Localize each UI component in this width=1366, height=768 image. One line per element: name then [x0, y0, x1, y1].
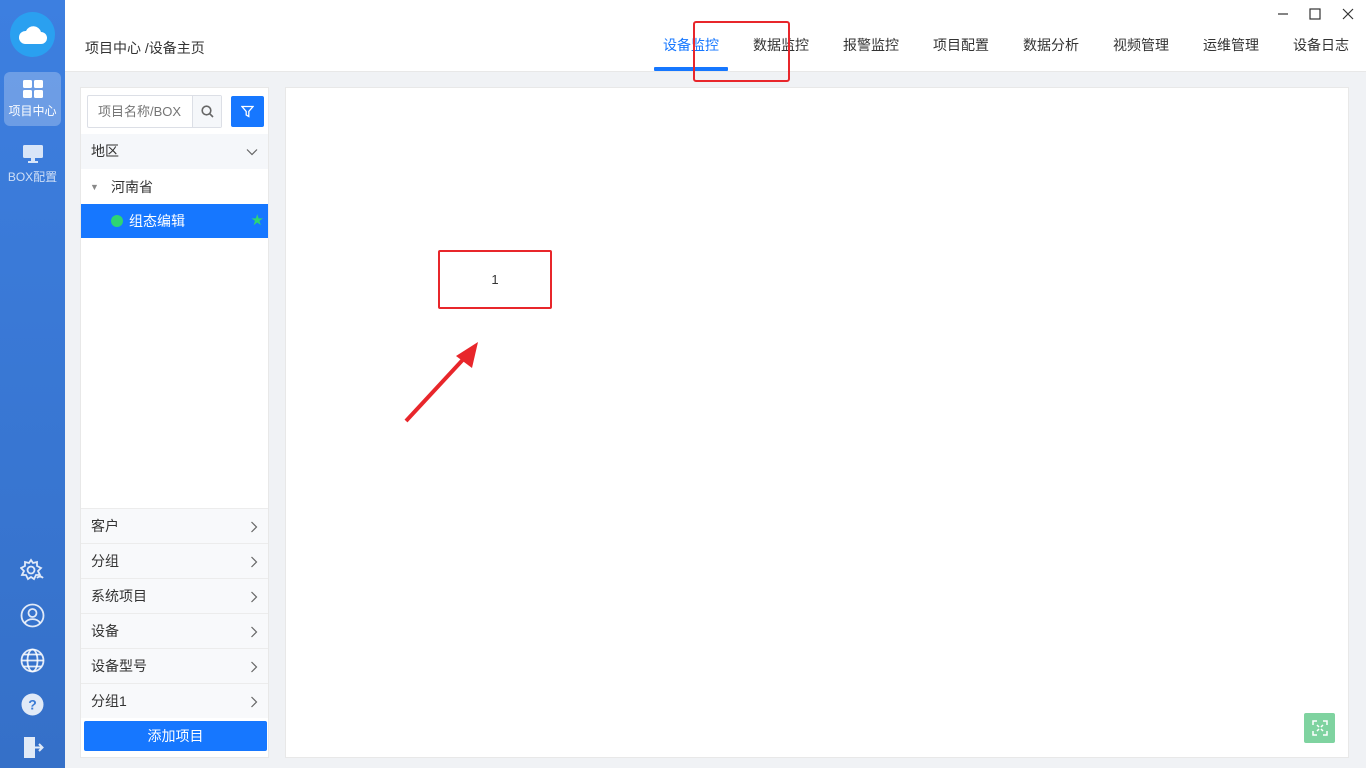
tab-ops-management[interactable]: 运维管理	[1186, 28, 1276, 72]
close-icon	[1342, 8, 1354, 20]
tree-node-province[interactable]: ▼ 河南省	[81, 170, 268, 204]
region-section-label: 地区	[91, 143, 119, 159]
close-button[interactable]	[1338, 4, 1358, 24]
grid-icon	[22, 79, 43, 98]
tab-highlight-annotation	[693, 21, 790, 82]
caret-down-icon: ▼	[90, 182, 99, 192]
fullscreen-button[interactable]	[1304, 713, 1335, 743]
fullscreen-icon	[1311, 720, 1328, 736]
top-bar: 项目中心 /设备主页 设备监控 数据监控 报警监控 项目配置 数据分析 视频管理…	[65, 0, 1366, 82]
cloud-icon	[18, 25, 47, 44]
category-device-model[interactable]: 设备型号	[81, 648, 268, 683]
category-label: 设备	[91, 623, 119, 639]
category-label: 系统项目	[91, 588, 147, 604]
annotation-arrow-icon	[404, 342, 478, 423]
svg-text:?: ?	[28, 697, 37, 713]
device-monitor-canvas: 1	[285, 87, 1349, 758]
tab-video-management[interactable]: 视频管理	[1096, 28, 1186, 72]
filter-icon	[241, 105, 254, 118]
logout-icon[interactable]	[20, 735, 45, 760]
chevron-right-icon	[250, 614, 258, 649]
canvas-widget-text[interactable]: 1	[438, 250, 552, 309]
rail-item-label: BOX配置	[7, 169, 58, 184]
user-icon[interactable]	[20, 603, 45, 628]
region-section-header[interactable]: 地区	[81, 134, 268, 169]
category-label: 分组	[91, 553, 119, 569]
help-icon[interactable]: ?	[20, 692, 45, 717]
chevron-right-icon	[250, 509, 258, 544]
add-project-button[interactable]: 添加项目	[84, 721, 267, 751]
category-customer[interactable]: 客户	[81, 508, 268, 543]
category-group-1[interactable]: 分组1	[81, 683, 268, 718]
category-label: 客户	[91, 518, 119, 534]
tree-node-label: 组态编辑	[129, 213, 185, 229]
category-group[interactable]: 分组	[81, 543, 268, 578]
minimize-button[interactable]	[1273, 4, 1293, 24]
app-logo	[10, 12, 55, 57]
globe-icon[interactable]	[20, 648, 45, 673]
tree-node-project-selected[interactable]: 组态编辑 ★	[81, 204, 268, 238]
tab-data-analysis[interactable]: 数据分析	[1006, 28, 1096, 72]
category-system-project[interactable]: 系统项目	[81, 578, 268, 613]
category-device[interactable]: 设备	[81, 613, 268, 648]
filter-button[interactable]	[231, 96, 264, 127]
online-status-icon	[111, 215, 123, 227]
search-box	[87, 95, 222, 128]
tab-device-log[interactable]: 设备日志	[1276, 28, 1366, 72]
breadcrumb: 项目中心 /设备主页	[85, 40, 205, 56]
search-input[interactable]	[88, 96, 192, 127]
tab-project-config[interactable]: 项目配置	[916, 28, 1006, 72]
chevron-right-icon	[250, 579, 258, 614]
rail-item-box-config[interactable]: BOX配置	[4, 137, 61, 191]
chevron-right-icon	[250, 649, 258, 684]
rail-item-project-center[interactable]: 项目中心	[4, 72, 61, 126]
category-label: 设备型号	[91, 658, 147, 674]
minimize-icon	[1278, 13, 1288, 15]
widget-text-value: 1	[491, 272, 499, 287]
chevron-right-icon	[250, 544, 258, 579]
maximize-button[interactable]	[1305, 4, 1325, 24]
search-icon	[200, 105, 214, 118]
project-sidebar: 地区 ▼ 河南省 组态编辑 ★ 客户 分组 系统项目 设备 设备型号 分组1 添…	[80, 87, 269, 758]
left-rail: 项目中心 BOX配置 ?	[0, 0, 65, 768]
tree-node-label: 河南省	[111, 179, 153, 195]
settings-wifi-icon[interactable]	[20, 558, 45, 583]
maximize-icon	[1309, 8, 1321, 20]
star-icon[interactable]: ★	[251, 204, 264, 238]
rail-item-label: 项目中心	[8, 103, 57, 118]
search-button[interactable]	[192, 96, 221, 127]
category-label: 分组1	[91, 693, 127, 709]
monitor-icon	[22, 144, 43, 163]
chevron-right-icon	[250, 684, 258, 719]
tab-alarm-monitor[interactable]: 报警监控	[826, 28, 916, 72]
chevron-down-icon	[246, 134, 258, 169]
